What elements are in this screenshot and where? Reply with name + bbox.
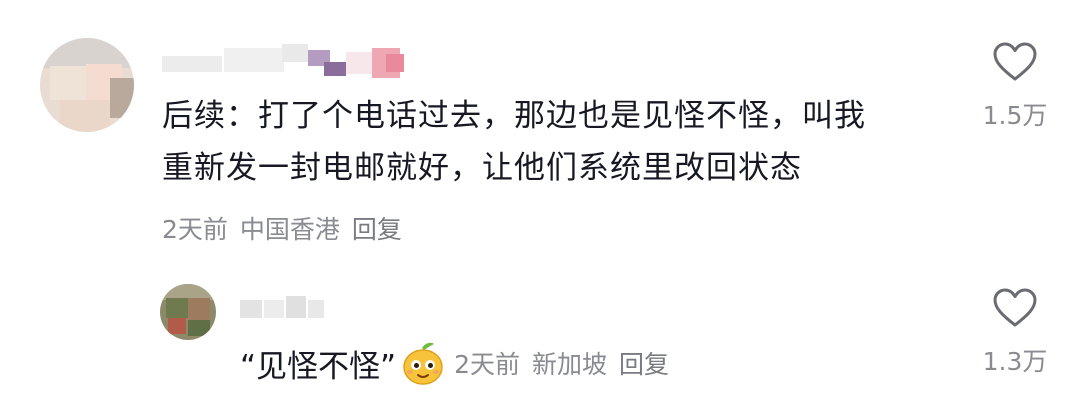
- reply-button[interactable]: 回复: [619, 345, 669, 381]
- heart-outline-icon: [993, 288, 1037, 327]
- reply-meta: 2天前 新加坡 回复: [454, 345, 669, 381]
- reply-content-row: “见怪不怪” 2天前 新加坡 回复: [240, 338, 669, 388]
- comment-text: 后续：打了个电话过去，那边也是见怪不怪，叫我 重新发一封电邮就好，让他们系统里改…: [162, 90, 952, 194]
- avatar[interactable]: [160, 284, 216, 340]
- like-button[interactable]: 1.5万: [970, 42, 1060, 132]
- reply-text: “见怪不怪”: [240, 348, 397, 385]
- avatar[interactable]: [40, 38, 134, 132]
- reply-location: 新加坡: [532, 350, 608, 379]
- comment-location: 中国香港: [239, 215, 340, 244]
- username-blurred[interactable]: [240, 290, 330, 330]
- username-blurred[interactable]: [162, 40, 412, 80]
- like-count: 1.3万: [982, 347, 1048, 376]
- comment-text-line: 重新发一封电邮就好，让他们系统里改回状态: [162, 150, 802, 186]
- comment-text-line: 后续：打了个电话过去，那边也是见怪不怪，叫我: [162, 98, 866, 134]
- like-count: 1.5万: [982, 101, 1048, 130]
- mango-face-emoji: [403, 342, 443, 385]
- heart-outline-icon: [993, 42, 1037, 81]
- like-button[interactable]: 1.3万: [970, 288, 1060, 378]
- comment-time: 2天前: [162, 215, 228, 244]
- reply-time: 2天前: [454, 350, 521, 379]
- reply-button[interactable]: 回复: [352, 210, 402, 246]
- comment-meta: 2天前 中国香港 回复: [162, 208, 402, 248]
